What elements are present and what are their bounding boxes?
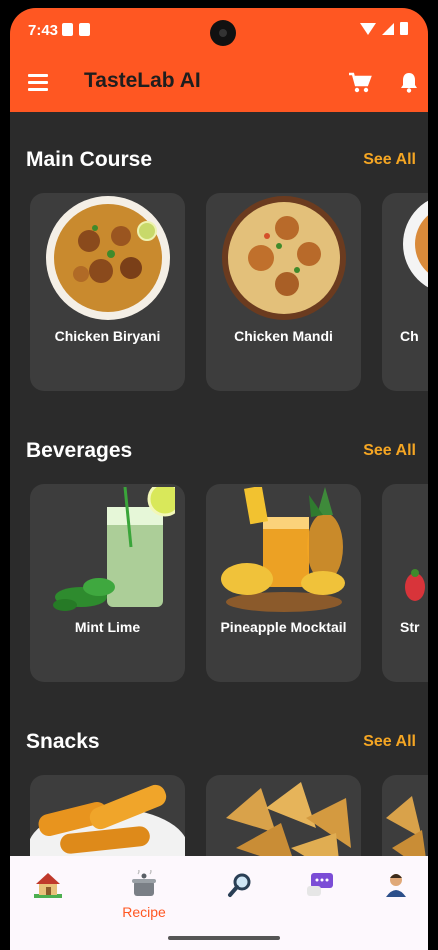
- card-label: Chicken Mandi: [234, 328, 333, 344]
- system-icons: [360, 22, 408, 35]
- recipe-card[interactable]: Str: [382, 484, 428, 682]
- front-camera: [210, 20, 236, 46]
- card-label: Chicken Biryani: [54, 328, 161, 344]
- card-label: Ch: [400, 328, 419, 344]
- nav-profile[interactable]: [366, 870, 426, 930]
- recipe-card[interactable]: Chicken Biryani: [30, 193, 185, 391]
- recipe-card[interactable]: [30, 775, 185, 856]
- section-snacks: Snacks See All: [10, 724, 428, 856]
- status-bar: 7:43: [10, 8, 428, 54]
- section-title: Snacks: [26, 730, 100, 753]
- biryani-image: [46, 196, 170, 320]
- nav-chat[interactable]: [290, 870, 350, 930]
- card-carousel[interactable]: Chicken Biryani Chicken Mandi Ch: [30, 193, 428, 393]
- recipe-card[interactable]: Mint Lime: [30, 484, 185, 682]
- home-feed[interactable]: Main Course See All Chicken Biryani Chic…: [10, 112, 428, 856]
- pineapple-mocktail-image: [221, 487, 345, 612]
- card-carousel[interactable]: Mint Lime Pineapple Mocktail Str: [30, 484, 428, 684]
- section-beverages: Beverages See All Mint Lime Pineapple Mo…: [10, 433, 428, 693]
- card-label: Str: [400, 619, 420, 635]
- snack-image: [386, 796, 426, 856]
- recipe-card[interactable]: [206, 775, 361, 856]
- bell-icon[interactable]: [398, 71, 420, 93]
- nav-home[interactable]: [18, 870, 78, 930]
- section-header: Beverages See All: [26, 433, 416, 469]
- strawberry-drink-image: [405, 569, 425, 601]
- see-all-button[interactable]: See All: [363, 151, 416, 169]
- app-title: TasteLab AI: [84, 69, 201, 92]
- search-icon: [228, 873, 251, 897]
- curry-image: [403, 200, 428, 288]
- recipe-card[interactable]: [382, 775, 428, 856]
- bottom-navigation: Recipe: [10, 856, 428, 950]
- section-header: Snacks See All: [26, 724, 416, 760]
- chat-icon: [307, 873, 333, 896]
- card-carousel[interactable]: [30, 775, 428, 856]
- recipe-card[interactable]: Pineapple Mocktail: [206, 484, 361, 682]
- nav-label: Recipe: [122, 904, 166, 920]
- section-header: Main Course See All: [26, 142, 416, 178]
- see-all-button[interactable]: See All: [363, 442, 416, 460]
- app-bar: TasteLab AI: [10, 54, 428, 112]
- section-title: Beverages: [26, 439, 133, 462]
- card-label: Pineapple Mocktail: [220, 619, 347, 635]
- mandi-image: [222, 196, 346, 320]
- app-notification-icon: [62, 23, 73, 36]
- section-main-course: Main Course See All Chicken Biryani Chic…: [10, 142, 428, 402]
- cart-icon[interactable]: [348, 72, 372, 94]
- wifi-icon: [360, 22, 376, 35]
- notification-icons: [62, 23, 90, 36]
- status-time: 7:43: [28, 22, 59, 39]
- nav-search[interactable]: [210, 870, 270, 930]
- recipe-card[interactable]: Ch: [382, 193, 428, 391]
- home-icon: [34, 873, 62, 898]
- see-all-button[interactable]: See All: [363, 733, 416, 751]
- signal-icon: [382, 22, 394, 35]
- profile-icon: [386, 874, 406, 897]
- sd-card-icon: [79, 23, 90, 36]
- menu-icon[interactable]: [28, 74, 48, 91]
- battery-icon: [400, 22, 408, 35]
- app-screen: 7:43 TasteLab AI Main Course See All Chi…: [10, 8, 428, 950]
- recipe-card[interactable]: Chicken Mandi: [206, 193, 361, 391]
- nav-recipe[interactable]: Recipe: [114, 870, 174, 930]
- samosa-image: [226, 782, 351, 856]
- gesture-bar[interactable]: [168, 936, 280, 940]
- card-label: Mint Lime: [74, 619, 141, 635]
- section-title: Main Course: [26, 148, 153, 171]
- cooking-pot-icon: [132, 870, 156, 896]
- mint-lime-image: [53, 487, 175, 611]
- fries-image: [30, 784, 185, 856]
